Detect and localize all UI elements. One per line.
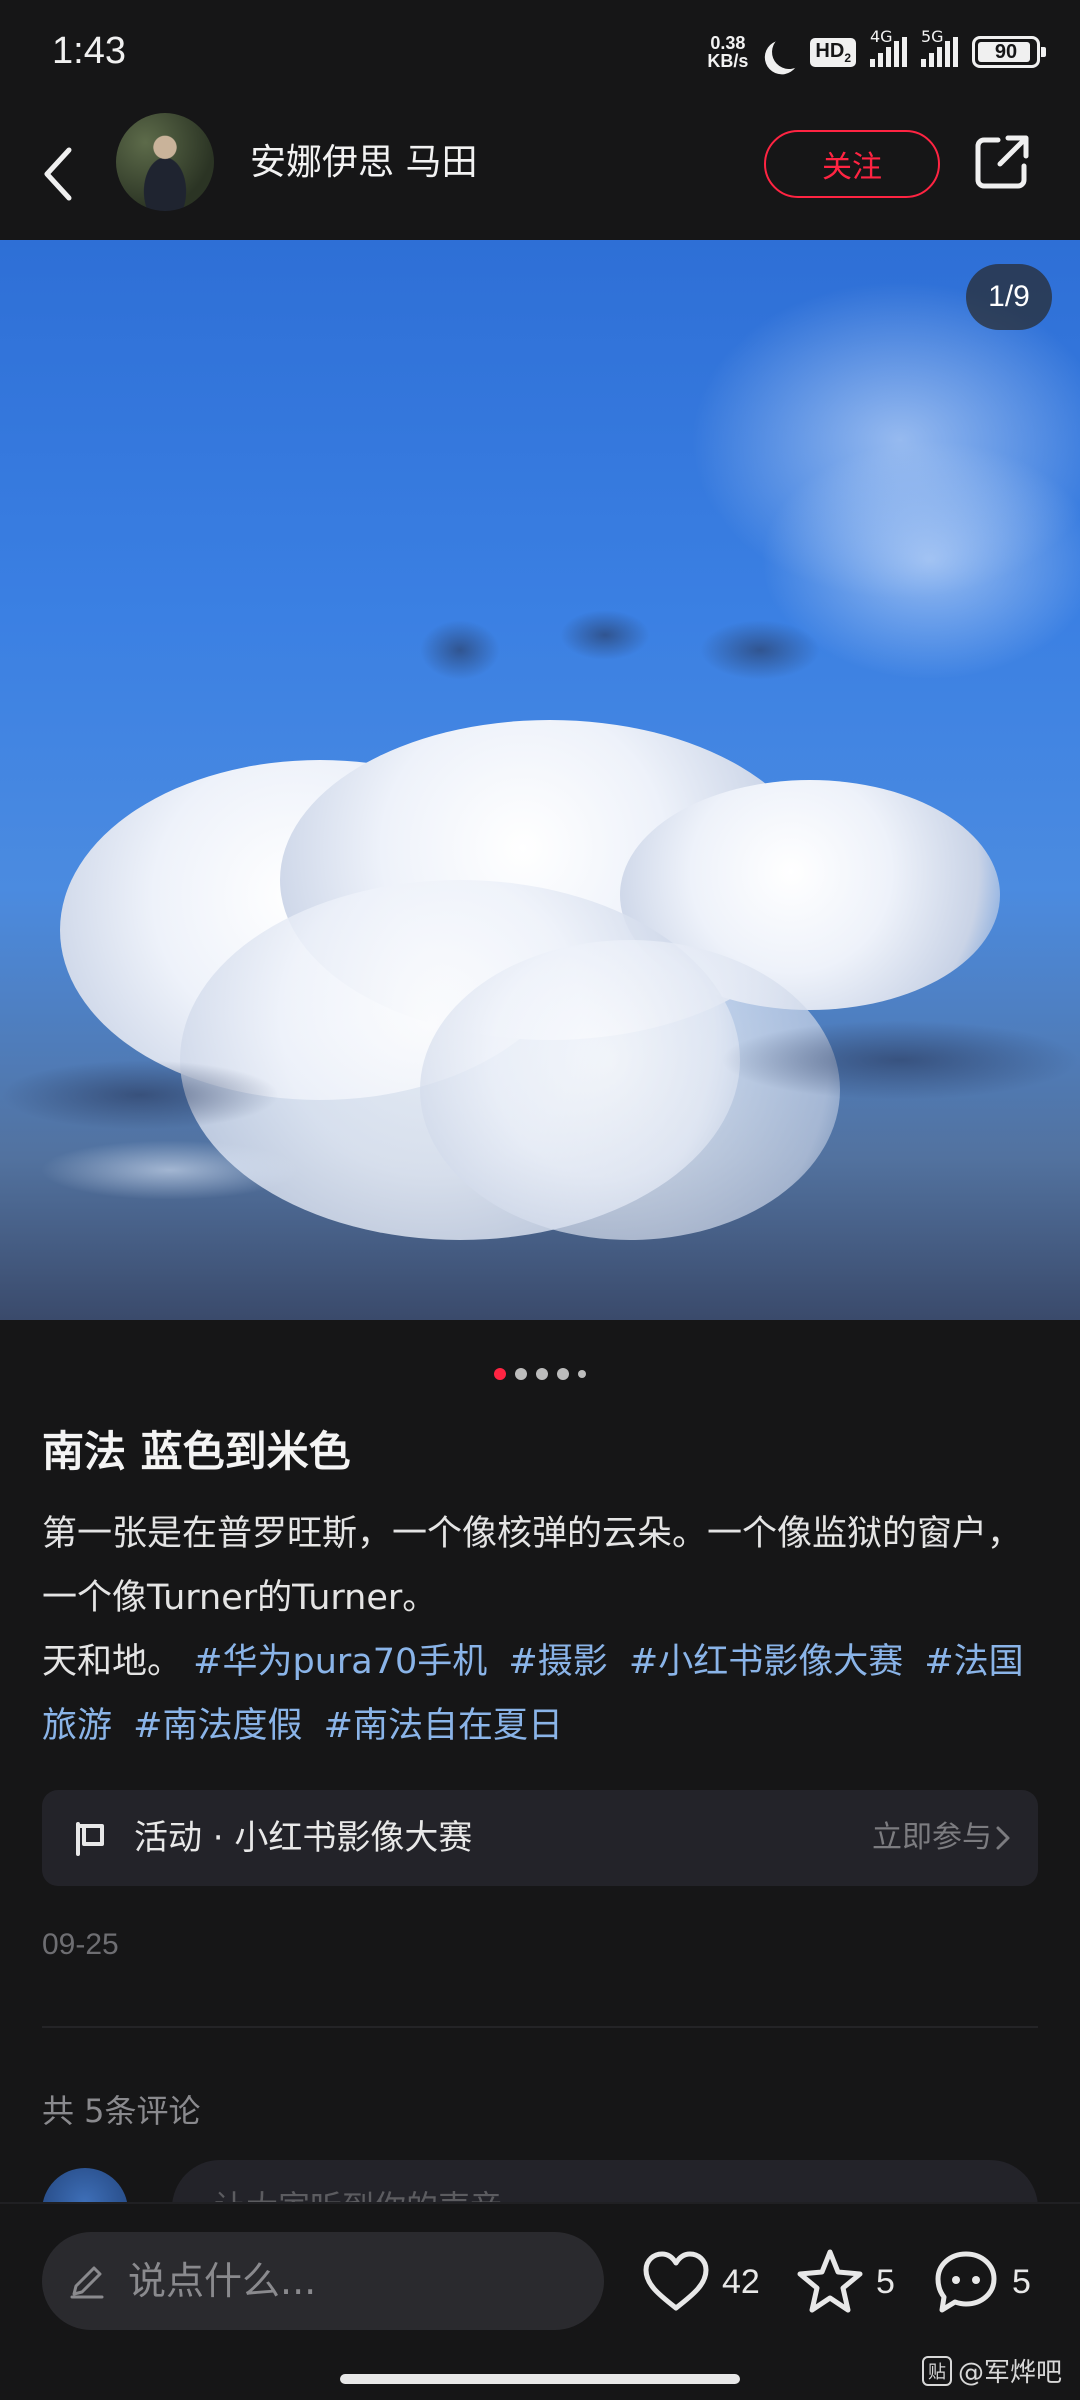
network-speed-value: 0.38 <box>710 33 746 53</box>
comment-input-placeholder: 让大家听到你的声音 <box>214 2182 502 2202</box>
battery-icon: 90 <box>972 36 1046 68</box>
pen-icon <box>70 2266 104 2299</box>
hashtag-link[interactable]: #华为pura70手机 <box>193 1642 487 1682</box>
comment-count-badge: 5 <box>1012 2262 1031 2301</box>
image-page-counter: 1/9 <box>966 264 1052 330</box>
hashtag-link[interactable]: #小红书影像大赛 <box>629 1642 903 1682</box>
post-date: 09-25 <box>42 1928 119 1961</box>
hd-voice-icon: HD2 <box>810 37 856 67</box>
comment-bubble-icon <box>935 2251 997 2313</box>
comment-count: 共 5条评论 <box>42 2092 201 2130</box>
comment-button[interactable]: 5 <box>930 2244 1031 2320</box>
network-5g-label: 5G <box>921 27 944 46</box>
comment-input[interactable]: 让大家听到你的声音 <box>172 2160 1038 2202</box>
signal-5g-icon: 5G <box>921 27 958 67</box>
post-image[interactable]: 1/9 <box>0 240 1080 1320</box>
author-avatar[interactable] <box>116 113 214 211</box>
say-something-placeholder: 说点什么... <box>128 2259 317 2303</box>
activity-card[interactable]: 活动 · 小红书影像大赛 立即参与 <box>42 1790 1038 1886</box>
signal-4g-icon: 4G <box>870 27 907 67</box>
activity-join-link[interactable]: 立即参与 <box>872 1814 992 1862</box>
status-time: 1:43 <box>52 30 126 72</box>
chevron-right-icon <box>996 1826 1010 1850</box>
heart-icon <box>643 2251 709 2311</box>
collect-button[interactable]: 5 <box>794 2244 895 2320</box>
pagination-dot <box>536 1368 548 1380</box>
share-button[interactable] <box>972 132 1032 192</box>
say-something-input[interactable]: 说点什么... <box>42 2232 604 2330</box>
follow-button[interactable]: 关注 <box>764 130 940 198</box>
bottom-action-bar: 说点什么... 42 5 5 贴 @军烨吧 <box>0 2202 1080 2400</box>
pagination-dot <box>515 1368 527 1380</box>
post-title: 南法 蓝色到米色 <box>42 1427 351 1476</box>
author-name[interactable]: 安娜伊思 马田 <box>250 138 477 188</box>
chevron-left-icon <box>44 147 72 201</box>
hd-sub: 2 <box>844 50 851 65</box>
post-body-text: 第一张是在普罗旺斯，一个像核弹的云朵。一个像监狱的窗户，一个像Turner的Tu… <box>42 1514 1023 1618</box>
status-icons: 0.38 KB/s HD2 4G 5G 90 <box>707 27 1046 74</box>
my-avatar <box>42 2168 128 2202</box>
comment-input-row: 让大家听到你的声音 <box>0 2160 1080 2202</box>
network-4g-label: 4G <box>870 27 893 46</box>
watermark-text: @军烨吧 <box>957 2358 1062 2388</box>
battery-level: 90 <box>994 40 1018 63</box>
post-header: 安娜伊思 马田 关注 <box>0 110 1080 240</box>
back-button[interactable] <box>30 136 86 212</box>
hashtag-link[interactable]: #摄影 <box>508 1642 607 1682</box>
watermark: 贴 @军烨吧 <box>921 2352 1062 2389</box>
network-speed-unit: KB/s <box>707 51 749 71</box>
hashtag-link[interactable]: #南法度假 <box>133 1706 302 1746</box>
hd-label: HD <box>815 39 845 62</box>
status-bar: 1:43 0.38 KB/s HD2 4G 5G 90 <box>0 0 1080 110</box>
image-pagination-dots <box>0 1368 1080 1380</box>
pagination-dot-active <box>494 1368 506 1380</box>
divider <box>42 2026 1038 2028</box>
watermark-logo-icon: 贴 <box>921 2355 952 2386</box>
like-count: 42 <box>722 2262 760 2301</box>
like-button[interactable]: 42 <box>640 2244 760 2320</box>
pagination-dot <box>557 1368 569 1380</box>
flag-icon <box>76 1822 104 1856</box>
home-indicator[interactable] <box>340 2374 740 2384</box>
share-icon <box>975 135 1029 189</box>
activity-label: 活动 · 小红书影像大赛 <box>134 1818 473 1858</box>
hashtag-link[interactable]: #南法自在夏日 <box>324 1706 563 1746</box>
do-not-disturb-moon-icon <box>770 32 809 71</box>
post-body-text-2: 天和地。 <box>42 1642 183 1682</box>
post-body: 第一张是在普罗旺斯，一个像核弹的云朵。一个像监狱的窗户，一个像Turner的Tu… <box>42 1502 1042 1758</box>
pagination-dot <box>578 1370 586 1378</box>
network-speed: 0.38 KB/s <box>707 34 748 70</box>
star-icon <box>797 2249 863 2313</box>
collect-count: 5 <box>876 2262 895 2301</box>
post-tags-line: 天和地。 #华为pura70手机 #摄影 #小红书影像大赛 #法国旅游 #南法度… <box>42 1630 1042 1758</box>
